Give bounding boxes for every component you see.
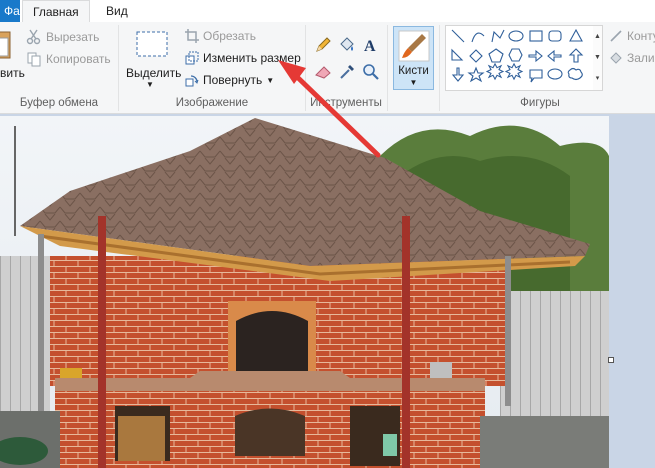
- annotation-arrow: [278, 60, 381, 158]
